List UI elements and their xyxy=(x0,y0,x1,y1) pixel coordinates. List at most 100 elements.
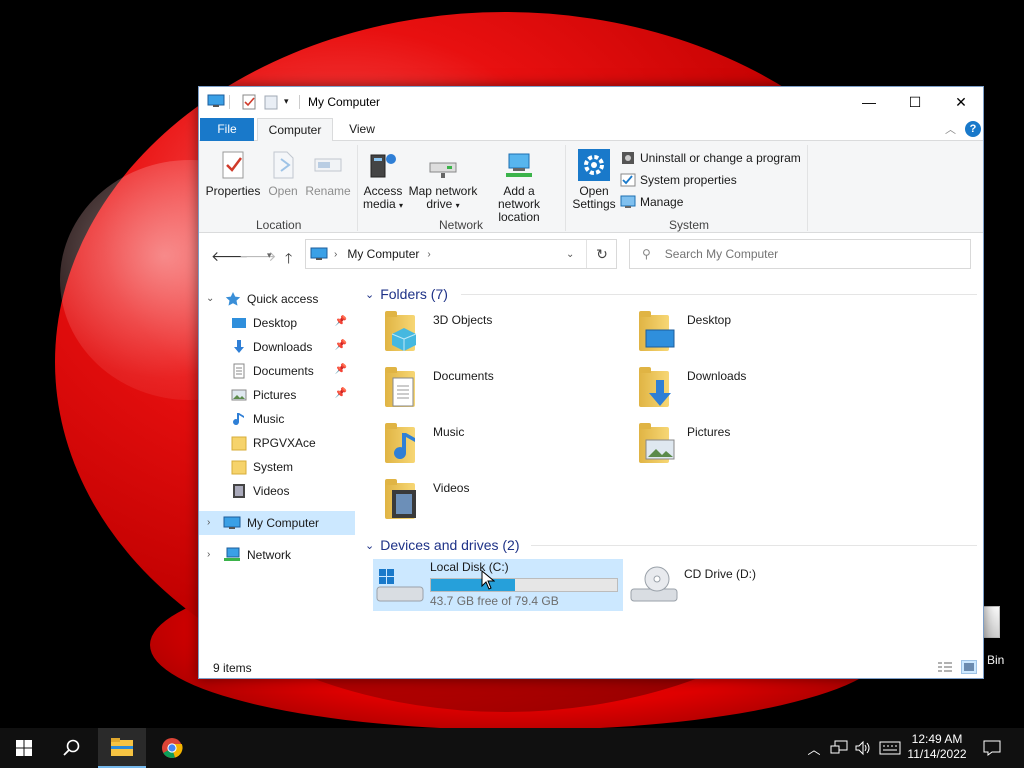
properties-button[interactable]: Properties xyxy=(205,149,261,198)
recycle-bin-label: Bin xyxy=(987,653,1005,667)
action-center-button[interactable] xyxy=(980,728,1004,768)
system-properties-label: System properties xyxy=(640,173,737,187)
sidebar-item-videos[interactable]: Videos xyxy=(199,479,355,503)
drive-local-disk-c[interactable]: Local Disk (C:) 43.7 GB free of 79.4 GB xyxy=(373,559,623,611)
system-clock[interactable]: 12:49 AM 11/14/2022 xyxy=(902,732,972,762)
ribbon-tabs: File Computer View ︿ ? xyxy=(199,118,983,142)
desktop-folder-icon xyxy=(633,309,681,357)
sidebar-item-downloads[interactable]: Downloads 📌 xyxy=(199,335,355,359)
taskbar-search-button[interactable] xyxy=(48,728,96,768)
map-network-drive-button[interactable]: Map network drive ▾ xyxy=(407,149,479,212)
sidebar-item-network[interactable]: › Network xyxy=(199,543,355,567)
volume-icon[interactable] xyxy=(852,728,874,768)
collapse-ribbon-icon[interactable]: ︿ xyxy=(945,121,956,137)
properties-quick-icon[interactable] xyxy=(241,93,257,111)
sidebar-item-system[interactable]: System xyxy=(199,455,355,479)
drive-cd-d[interactable]: CD Drive (D:) xyxy=(627,559,877,611)
tab-view[interactable]: View xyxy=(339,118,385,141)
tab-file[interactable]: File xyxy=(200,118,254,141)
sidebar-item-label: Downloads xyxy=(253,340,313,354)
customize-quick-access-icon[interactable]: ▾ xyxy=(284,96,289,114)
close-button[interactable]: ✕ xyxy=(938,87,983,117)
refresh-button[interactable]: ↻ xyxy=(586,240,617,268)
large-icons-view-icon[interactable] xyxy=(961,660,977,674)
file-explorer-window: ▾ My Computer — ☐ ✕ File Computer View ︿… xyxy=(198,86,984,679)
network-group-label: Network xyxy=(439,218,484,232)
chrome-icon xyxy=(162,738,183,758)
star-icon xyxy=(225,291,241,307)
system-group-label: System xyxy=(669,218,710,232)
open-settings-button[interactable]: Open Settings xyxy=(571,149,617,211)
devices-group-header[interactable]: ⌄ Devices and drives (2) xyxy=(365,535,977,555)
sidebar-item-pictures[interactable]: Pictures 📌 xyxy=(199,383,355,407)
system-properties-button[interactable]: System properties xyxy=(620,170,737,190)
recent-locations-chevron-icon[interactable]: ▾ xyxy=(267,250,272,261)
add-network-location-label: Add a network location xyxy=(497,184,541,224)
address-bar[interactable]: › My Computer › ⌄ ↻ xyxy=(305,239,617,269)
mouse-pointer-icon xyxy=(481,570,495,590)
pin-icon: 📌 xyxy=(334,364,347,375)
videos-icon xyxy=(231,483,247,499)
pictures-icon xyxy=(231,387,247,403)
address-row: 🡐 🡒 ▾ 🡑 › My Computer › ⌄ ↻ ⚲ xyxy=(199,233,983,277)
window-title: My Computer xyxy=(308,95,381,109)
network-location-icon xyxy=(503,149,535,181)
details-view-icon[interactable] xyxy=(937,661,953,673)
expand-chevron-icon[interactable]: › xyxy=(207,549,210,560)
sidebar-item-music[interactable]: Music xyxy=(199,407,355,431)
folder-downloads[interactable]: Downloads xyxy=(633,365,873,417)
sidebar-item-desktop[interactable]: Desktop 📌 xyxy=(199,311,355,335)
taskbar-file-explorer[interactable] xyxy=(98,728,146,768)
address-dropdown-icon[interactable]: ⌄ xyxy=(566,249,574,260)
manage-button[interactable]: Manage xyxy=(620,192,683,212)
tab-computer[interactable]: Computer xyxy=(257,118,333,142)
taskbar-chrome[interactable] xyxy=(148,728,196,768)
folder-label: Pictures xyxy=(687,425,731,439)
manage-icon xyxy=(620,194,636,210)
sidebar-item-quick-access[interactable]: ⌄ Quick access xyxy=(199,287,355,311)
separator xyxy=(357,145,358,231)
add-network-location-button[interactable]: Add a network location xyxy=(481,149,557,224)
rename-button[interactable]: Rename xyxy=(305,149,351,198)
search-input[interactable] xyxy=(664,247,945,261)
content-pane: ⌄ Folders (7) 3D Objects Desktop Documen… xyxy=(359,277,983,657)
folder-videos[interactable]: Videos xyxy=(379,477,619,529)
folder-pictures[interactable]: Pictures xyxy=(633,421,873,473)
keyboard-icon[interactable] xyxy=(878,728,902,768)
folder-documents[interactable]: Documents xyxy=(379,365,619,417)
sidebar-item-documents[interactable]: Documents 📌 xyxy=(199,359,355,383)
expand-chevron-icon[interactable]: ⌄ xyxy=(206,293,214,304)
sidebar-item-rpgvxace[interactable]: RPGVXAce xyxy=(199,431,355,455)
clock-date: 11/14/2022 xyxy=(907,747,967,761)
computer-icon xyxy=(207,94,225,108)
access-media-button[interactable]: Access media ▾ xyxy=(361,149,405,212)
properties-icon xyxy=(217,149,249,181)
show-hidden-icons-button[interactable]: ︿ xyxy=(804,728,824,768)
folder-label: Desktop xyxy=(687,313,732,327)
documents-folder-icon xyxy=(379,365,427,413)
folder-3d-objects[interactable]: 3D Objects xyxy=(379,309,619,361)
maximize-button[interactable]: ☐ xyxy=(892,87,938,117)
uninstall-program-button[interactable]: Uninstall or change a program xyxy=(620,148,801,168)
folder-desktop[interactable]: Desktop xyxy=(633,309,873,361)
new-folder-quick-icon[interactable] xyxy=(263,93,279,111)
minimize-button[interactable]: — xyxy=(846,87,892,117)
help-icon[interactable]: ? xyxy=(965,121,981,137)
up-button[interactable]: 🡑 xyxy=(285,248,292,272)
sidebar-item-label: Quick access xyxy=(247,292,319,306)
separator xyxy=(299,95,300,109)
sidebar-item-my-computer[interactable]: › My Computer xyxy=(199,511,355,535)
maximize-icon: ☐ xyxy=(908,93,922,110)
open-button[interactable]: Open xyxy=(265,149,301,198)
search-icon: ⚲ xyxy=(642,247,651,261)
folders-group-header[interactable]: ⌄ Folders (7) xyxy=(365,284,977,304)
folder-music[interactable]: Music xyxy=(379,421,619,473)
network-tray-icon[interactable] xyxy=(828,728,850,768)
open-icon xyxy=(267,149,299,181)
search-box[interactable]: ⚲ xyxy=(629,239,971,269)
breadcrumb-chevron-icon[interactable]: › xyxy=(427,249,430,260)
expand-chevron-icon[interactable]: › xyxy=(207,517,210,528)
breadcrumb[interactable]: My Computer xyxy=(347,247,419,261)
ribbon: Properties Open Rename Location Access m… xyxy=(199,141,983,233)
start-button[interactable] xyxy=(0,728,48,768)
